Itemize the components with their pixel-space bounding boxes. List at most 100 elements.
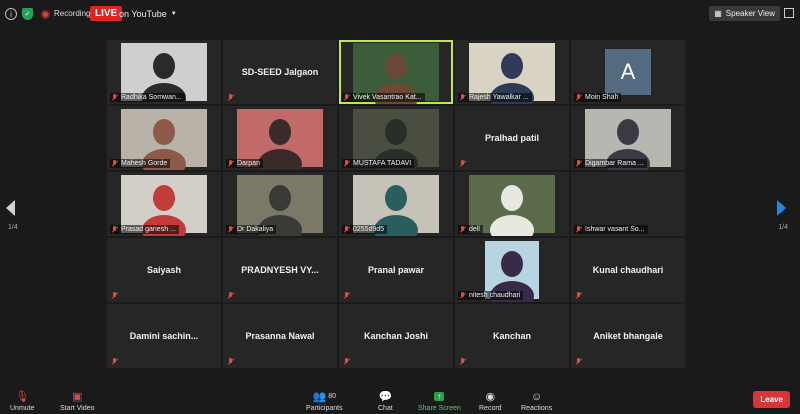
participants-count: 80 (328, 393, 337, 400)
stream-label: on YouTube (119, 9, 167, 19)
participant-tile[interactable]: MUSTAFA TADAVI (339, 106, 453, 170)
participant-tile[interactable]: Rajesh Yawalkar ... (455, 40, 569, 104)
muted-mic-icon (228, 292, 234, 299)
participant-tile[interactable]: Ishwar vasant So... (571, 172, 685, 236)
chevron-down-icon: ▼ (170, 11, 177, 17)
participant-tile[interactable]: PRADNYESH VY... (223, 238, 337, 302)
muted-mic-icon (576, 94, 582, 101)
reactions-label: Reactions (521, 405, 553, 412)
record-icon: ◉ (485, 391, 496, 403)
person-body (258, 149, 302, 170)
participant-tile[interactable]: Kunal chaudhari (571, 238, 685, 302)
live-badge[interactable]: LIVE (90, 6, 123, 21)
muted-mic-icon (576, 160, 582, 167)
participant-tile[interactable]: Damini sachin... (107, 304, 221, 368)
person-head (269, 119, 291, 145)
participant-tile[interactable]: SD-SEED Jalgaon (223, 40, 337, 104)
speaker-view-label: Speaker View (725, 9, 775, 18)
chat-button[interactable]: 💬 Chat (378, 390, 393, 412)
participant-label: Ishwar vasant So... (574, 225, 648, 234)
person-body (490, 215, 534, 236)
participant-tile[interactable]: Digambar Rama ... (571, 106, 685, 170)
muted-mic-icon (576, 358, 582, 365)
reactions-icon: ☺ (530, 390, 543, 403)
participant-name: Dr Dakaliya (237, 226, 274, 233)
participant-tile[interactable]: Darpan (223, 106, 337, 170)
info-icon[interactable]: i (5, 8, 17, 20)
person-head (153, 53, 175, 79)
participant-status (574, 357, 585, 366)
shield-icon[interactable]: ✓ (22, 8, 33, 20)
participant-name: PRADNYESH VY... (241, 265, 319, 275)
speaker-view-button[interactable]: ▦ Speaker View (709, 6, 780, 21)
participant-name: Pranal pawar (367, 265, 425, 275)
participants-button[interactable]: 👥 80 Participants (306, 390, 343, 412)
participant-tile[interactable]: Prasanna Nawal (223, 304, 337, 368)
next-page-icon[interactable] (777, 200, 786, 216)
muted-mic-icon (460, 292, 466, 299)
top-bar: i ✓ Recording LIVE on YouTube ▼ ▦ Speake… (0, 0, 800, 28)
participant-tile[interactable]: Kanchan Joshi (339, 304, 453, 368)
leave-button[interactable]: Leave (753, 391, 790, 408)
participant-tile[interactable]: Radhika Somwan... (107, 40, 221, 104)
participant-tile[interactable]: A Moin Shah (571, 40, 685, 104)
person-head (501, 251, 523, 277)
unmute-button[interactable]: 🎙 Unmute (10, 390, 35, 412)
participant-tile[interactable]: Mahesh Gorde (107, 106, 221, 170)
participant-tile[interactable]: Vivek Vasantrao Kat... (339, 40, 453, 104)
reactions-button[interactable]: ☺ Reactions (521, 390, 553, 413)
muted-mic-icon (112, 160, 118, 167)
chat-label: Chat (378, 405, 393, 412)
participant-tile[interactable]: Aniket bhangale (571, 304, 685, 368)
participant-status (110, 291, 121, 300)
muted-mic-icon (112, 94, 118, 101)
previous-page-icon[interactable] (6, 200, 15, 216)
recording-label: Recording (54, 9, 91, 18)
participant-name: Ishwar vasant So... (585, 226, 645, 233)
participant-tile[interactable]: Saiyash (107, 238, 221, 302)
grid-icon: ▦ (714, 9, 722, 18)
participant-label: Vivek Vasantrao Kat... (342, 93, 425, 102)
muted-mic-icon (112, 358, 118, 365)
muted-mic-icon (344, 94, 350, 101)
person-head (501, 53, 523, 79)
participant-tile[interactable]: Pralhad patil (455, 106, 569, 170)
participant-tile[interactable]: Dr Dakaliya (223, 172, 337, 236)
participant-tile[interactable]: Prasad ganesh ... (107, 172, 221, 236)
muted-mic-icon (228, 226, 234, 233)
participant-name: Darpan (237, 160, 260, 167)
participant-status (226, 93, 237, 102)
start-video-label: Start Video (60, 405, 95, 412)
participant-name: Vivek Vasantrao Kat... (353, 94, 422, 101)
muted-mic-icon (228, 358, 234, 365)
participant-name: Moin Shah (585, 94, 619, 101)
participant-name: Kunal chaudhari (592, 265, 664, 275)
participant-tile[interactable]: 0255d9d5 (339, 172, 453, 236)
meeting-toolbar: 🎙 Unmute ▣ Start Video 👥 80 Participants … (0, 384, 800, 414)
muted-mic-icon (344, 160, 350, 167)
person-head (385, 185, 407, 211)
person-head (153, 119, 175, 145)
participant-tile[interactable]: Pranal pawar (339, 238, 453, 302)
record-button[interactable]: ◉ Record (479, 390, 502, 412)
stream-menu[interactable]: on YouTube ▼ (119, 9, 177, 19)
fullscreen-icon[interactable] (784, 8, 794, 18)
participant-name: Prasad ganesh ... (121, 226, 176, 233)
participant-name: Kanchan (492, 331, 531, 341)
muted-mic-icon (460, 160, 466, 167)
participant-name: Radhika Somwan... (121, 94, 182, 101)
participant-name: Pralhad patil (484, 133, 539, 143)
participant-status (342, 357, 353, 366)
share-screen-button[interactable]: ↑ Share Screen (418, 390, 461, 412)
participant-tile[interactable]: nitesh chaudhari (455, 238, 569, 302)
muted-mic-icon (344, 292, 350, 299)
person-head (501, 185, 523, 211)
participant-tile[interactable]: Kanchan (455, 304, 569, 368)
participant-label: Moin Shah (574, 93, 622, 102)
unmute-label: Unmute (10, 405, 35, 412)
participant-name: Mahesh Gorde (121, 160, 168, 167)
muted-mic-icon (228, 94, 234, 101)
start-video-button[interactable]: ▣ Start Video (60, 390, 95, 412)
participant-tile[interactable]: dell (455, 172, 569, 236)
participant-name: 0255d9d5 (353, 226, 385, 233)
